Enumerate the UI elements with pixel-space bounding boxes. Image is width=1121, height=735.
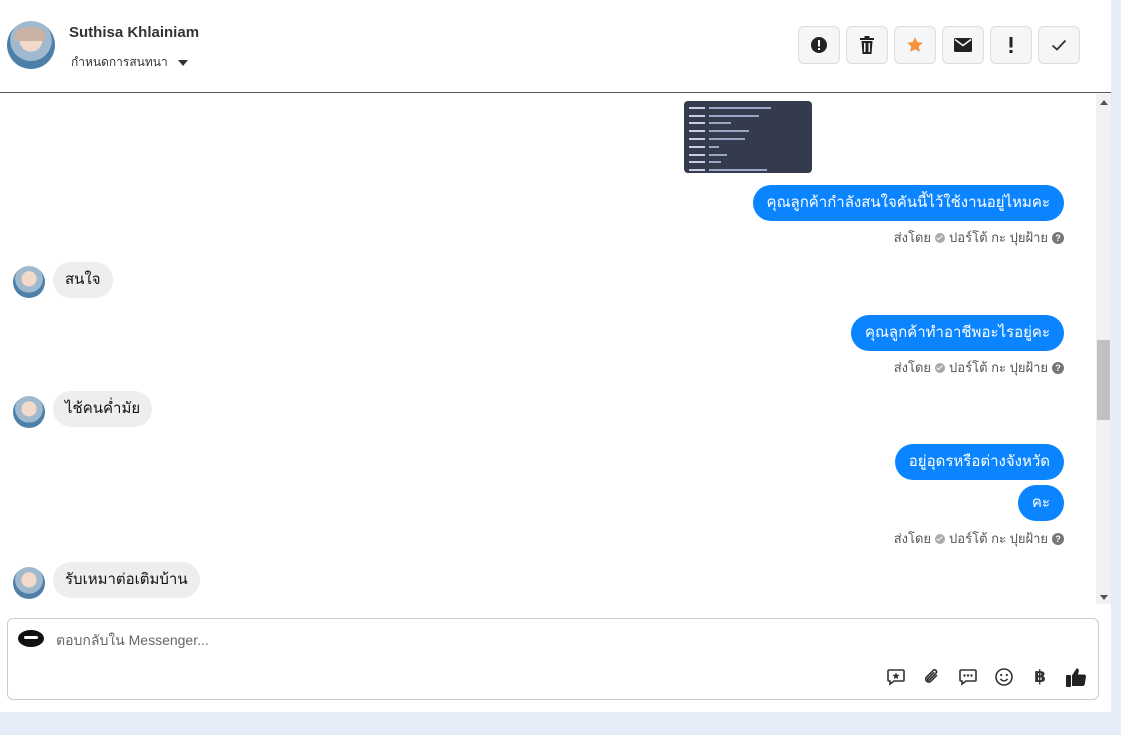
verified-check-icon <box>935 362 946 373</box>
trash-icon <box>860 36 874 54</box>
outgoing-message[interactable]: คะ <box>1017 485 1064 521</box>
agent-name: ปอร์โต้ กะ ปุยฝ้าย <box>949 230 1048 245</box>
thumbs-up-icon <box>1066 668 1087 687</box>
caret-down-icon <box>177 59 188 66</box>
contact-name[interactable]: Suthisa Khlainiam <box>69 24 199 41</box>
outgoing-message[interactable]: อยู่อุดรหรือต่างจังหวัด <box>894 444 1064 480</box>
page-logo-icon <box>18 630 44 647</box>
quick-reply-button[interactable] <box>957 666 979 688</box>
verified-check-icon <box>935 533 946 544</box>
outgoing-message[interactable]: คุณลูกค้ากำลังสนใจคันนี้ไว้ใช้งานอยู่ไหม… <box>752 185 1064 221</box>
conversation-panel: Suthisa Khlainiam กำหนดการสนทนา คุณลูกค้… <box>0 0 1111 712</box>
help-icon[interactable]: ? <box>1052 361 1064 374</box>
reply-input[interactable] <box>56 629 856 651</box>
contact-avatar-small <box>13 266 45 298</box>
incoming-message[interactable]: รับเหมาต่อเติมบ้าน <box>53 562 200 598</box>
sent-by-label: ส่งโดย <box>893 531 932 546</box>
saved-replies-button[interactable] <box>885 666 907 688</box>
message-meta: ส่งโดย ปอร์โต้ กะ ปุยฝ้าย ? <box>894 227 1064 248</box>
alert-icon <box>811 37 827 53</box>
delete-button[interactable] <box>846 26 888 64</box>
chat-bubble-icon <box>959 669 977 686</box>
message-scrollbar[interactable] <box>1096 94 1111 604</box>
saved-reply-icon <box>887 669 905 686</box>
conversation-header: Suthisa Khlainiam กำหนดการสนทนา <box>0 0 1111 93</box>
exclamation-icon <box>1009 37 1013 53</box>
star-icon <box>907 37 923 52</box>
mark-done-button[interactable] <box>1038 26 1080 64</box>
sent-by-label: ส่งโดย <box>893 360 932 375</box>
incoming-message[interactable]: สนใจ <box>53 262 113 298</box>
reply-composer: ฿ <box>7 618 1099 700</box>
smiley-icon <box>995 668 1013 686</box>
send-like-button[interactable] <box>1065 666 1087 688</box>
message-thread[interactable]: คุณลูกค้ากำลังสนใจคันนี้ไว้ใช้งานอยู่ไหม… <box>0 94 1096 604</box>
attach-file-button[interactable] <box>921 666 943 688</box>
sent-by-label: ส่งโดย <box>893 230 932 245</box>
incoming-message[interactable]: ไช้คนค่ำมัย <box>53 391 153 427</box>
help-icon[interactable]: ? <box>1052 231 1064 244</box>
contact-avatar-small <box>13 567 45 599</box>
assign-label: กำหนดการสนทนา <box>71 55 168 69</box>
follow-up-button[interactable] <box>990 26 1032 64</box>
scroll-up-arrow-icon[interactable] <box>1100 100 1108 105</box>
assign-conversation-dropdown[interactable]: กำหนดการสนทนา <box>71 53 188 72</box>
payment-button[interactable]: ฿ <box>1029 666 1051 688</box>
contact-avatar-small <box>13 396 45 428</box>
contact-avatar[interactable] <box>7 21 55 69</box>
agent-name: ปอร์โต้ กะ ปุยฝ้าย <box>949 360 1048 375</box>
outgoing-message[interactable]: คุณลูกค้าทำอาชีพอะไรอยู่คะ <box>850 315 1064 351</box>
shared-image-attachment[interactable] <box>684 101 812 173</box>
verified-check-icon <box>935 232 946 243</box>
mark-spam-button[interactable] <box>798 26 840 64</box>
mark-unread-button[interactable] <box>942 26 984 64</box>
scroll-down-arrow-icon[interactable] <box>1100 595 1108 600</box>
agent-name: ปอร์โต้ กะ ปุยฝ้าย <box>949 531 1048 546</box>
paperclip-icon <box>924 669 938 683</box>
scrollbar-thumb[interactable] <box>1097 340 1110 420</box>
envelope-icon <box>954 38 972 52</box>
emoji-button[interactable] <box>993 666 1015 688</box>
star-button[interactable] <box>894 26 936 64</box>
help-icon[interactable]: ? <box>1052 532 1064 545</box>
baht-icon: ฿ <box>1034 667 1046 686</box>
check-icon <box>1051 39 1067 51</box>
message-meta: ส่งโดย ปอร์โต้ กะ ปุยฝ้าย ? <box>894 528 1064 549</box>
message-meta: ส่งโดย ปอร์โต้ กะ ปุยฝ้าย ? <box>894 357 1064 378</box>
